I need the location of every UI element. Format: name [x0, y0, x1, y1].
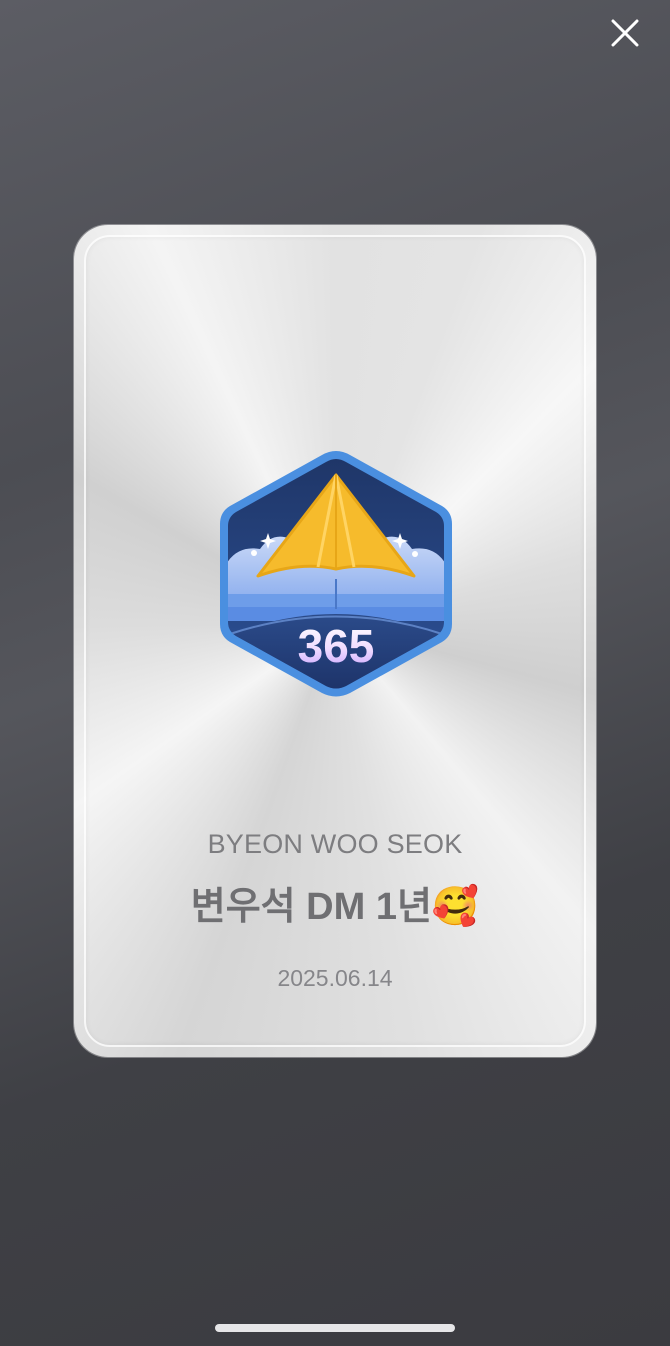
close-icon [611, 19, 639, 47]
paper-plane-badge-icon: 365 [220, 451, 452, 697]
close-button[interactable] [608, 16, 642, 50]
card-date: 2025.06.14 [277, 965, 393, 991]
badge-number: 365 [298, 620, 375, 672]
milestone-card: 365 BYEON WOO SEOK 변우석 DM 1년🥰 2025.06.14 [74, 225, 596, 1057]
home-indicator[interactable] [215, 1324, 455, 1332]
card-name-english: BYEON WOO SEOK [207, 829, 463, 859]
card-title: 변우석 DM 1년🥰 [190, 886, 480, 928]
